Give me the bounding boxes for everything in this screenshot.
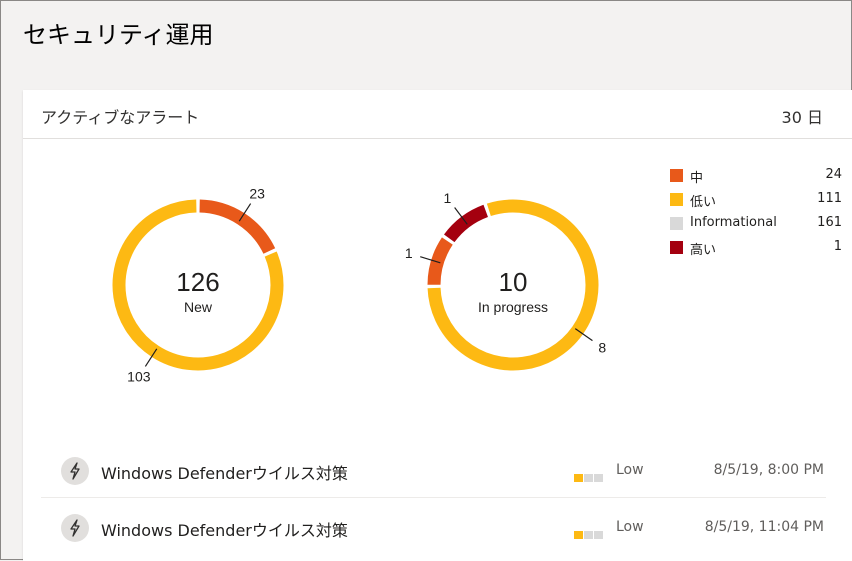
alert-name[interactable]: Windows Defenderウイルス対策 xyxy=(101,517,348,541)
legend-swatch xyxy=(670,241,683,254)
legend-item-low[interactable]: 低い 111 xyxy=(670,190,842,214)
alert-list-item[interactable]: Windows Defenderウイルス対策 Low 8/5/19, 11:04… xyxy=(41,502,826,554)
donut-center-label: In progress xyxy=(478,299,548,315)
active-alerts-card: アクティブなアラート 30 日 23 103 126 New 1 8 1 10 In prog… xyxy=(23,90,852,561)
legend-item-high[interactable]: 高い 1 xyxy=(670,238,842,262)
slice-value-label: 1 xyxy=(444,190,452,206)
legend-swatch xyxy=(670,193,683,206)
alert-list-item[interactable]: Windows Defenderウイルス対策 Low 8/5/19, 8:00 … xyxy=(41,445,826,498)
legend-label: 中 xyxy=(690,171,704,186)
severity-label: Low xyxy=(616,462,644,478)
donut-slice[interactable] xyxy=(444,204,489,243)
alert-time: 8/5/19, 11:04 PM xyxy=(704,519,824,535)
slice-value-label: 8 xyxy=(598,340,606,356)
alert-name[interactable]: Windows Defenderウイルス対策 xyxy=(101,460,348,484)
legend-count: 111 xyxy=(817,191,842,206)
severity-indicator xyxy=(574,467,604,482)
lightning-icon xyxy=(61,514,89,542)
legend-item-informational[interactable]: Informational 161 xyxy=(670,214,842,238)
legend-swatch xyxy=(670,217,683,230)
severity-label: Low xyxy=(616,519,644,535)
page-title: セキュリティ運用 xyxy=(23,21,214,49)
donut-center-label: New xyxy=(184,299,213,315)
card-header: アクティブなアラート 30 日 xyxy=(23,90,852,139)
legend-count: 161 xyxy=(817,215,842,230)
lightning-icon xyxy=(61,457,89,485)
severity-legend: 中 24 低い 111 Informational 161 高い 1 xyxy=(670,166,842,262)
in-progress-alerts-donut-chart[interactable]: 1 8 1 10 In progress xyxy=(398,170,628,400)
slice-value-label: 103 xyxy=(127,369,151,385)
slice-value-label: 1 xyxy=(405,245,413,261)
legend-label: 高い xyxy=(690,243,717,258)
new-alerts-donut-chart[interactable]: 23 103 126 New xyxy=(83,170,313,400)
legend-count: 24 xyxy=(825,167,842,182)
legend-item-medium[interactable]: 中 24 xyxy=(670,166,842,190)
legend-swatch xyxy=(670,169,683,182)
alert-time: 8/5/19, 8:00 PM xyxy=(713,462,824,478)
donut-center-value: 126 xyxy=(176,267,219,297)
legend-count: 1 xyxy=(833,239,842,254)
legend-label: Informational xyxy=(690,215,777,230)
card-title: アクティブなアラート xyxy=(41,108,200,127)
slice-value-label: 23 xyxy=(249,185,265,201)
time-range-selector[interactable]: 30 日 xyxy=(782,104,823,128)
severity-indicator xyxy=(574,524,604,539)
donut-slice[interactable] xyxy=(199,199,276,254)
donut-center-value: 10 xyxy=(499,267,528,297)
donut-slice[interactable] xyxy=(427,237,453,285)
legend-label: 低い xyxy=(690,195,717,210)
